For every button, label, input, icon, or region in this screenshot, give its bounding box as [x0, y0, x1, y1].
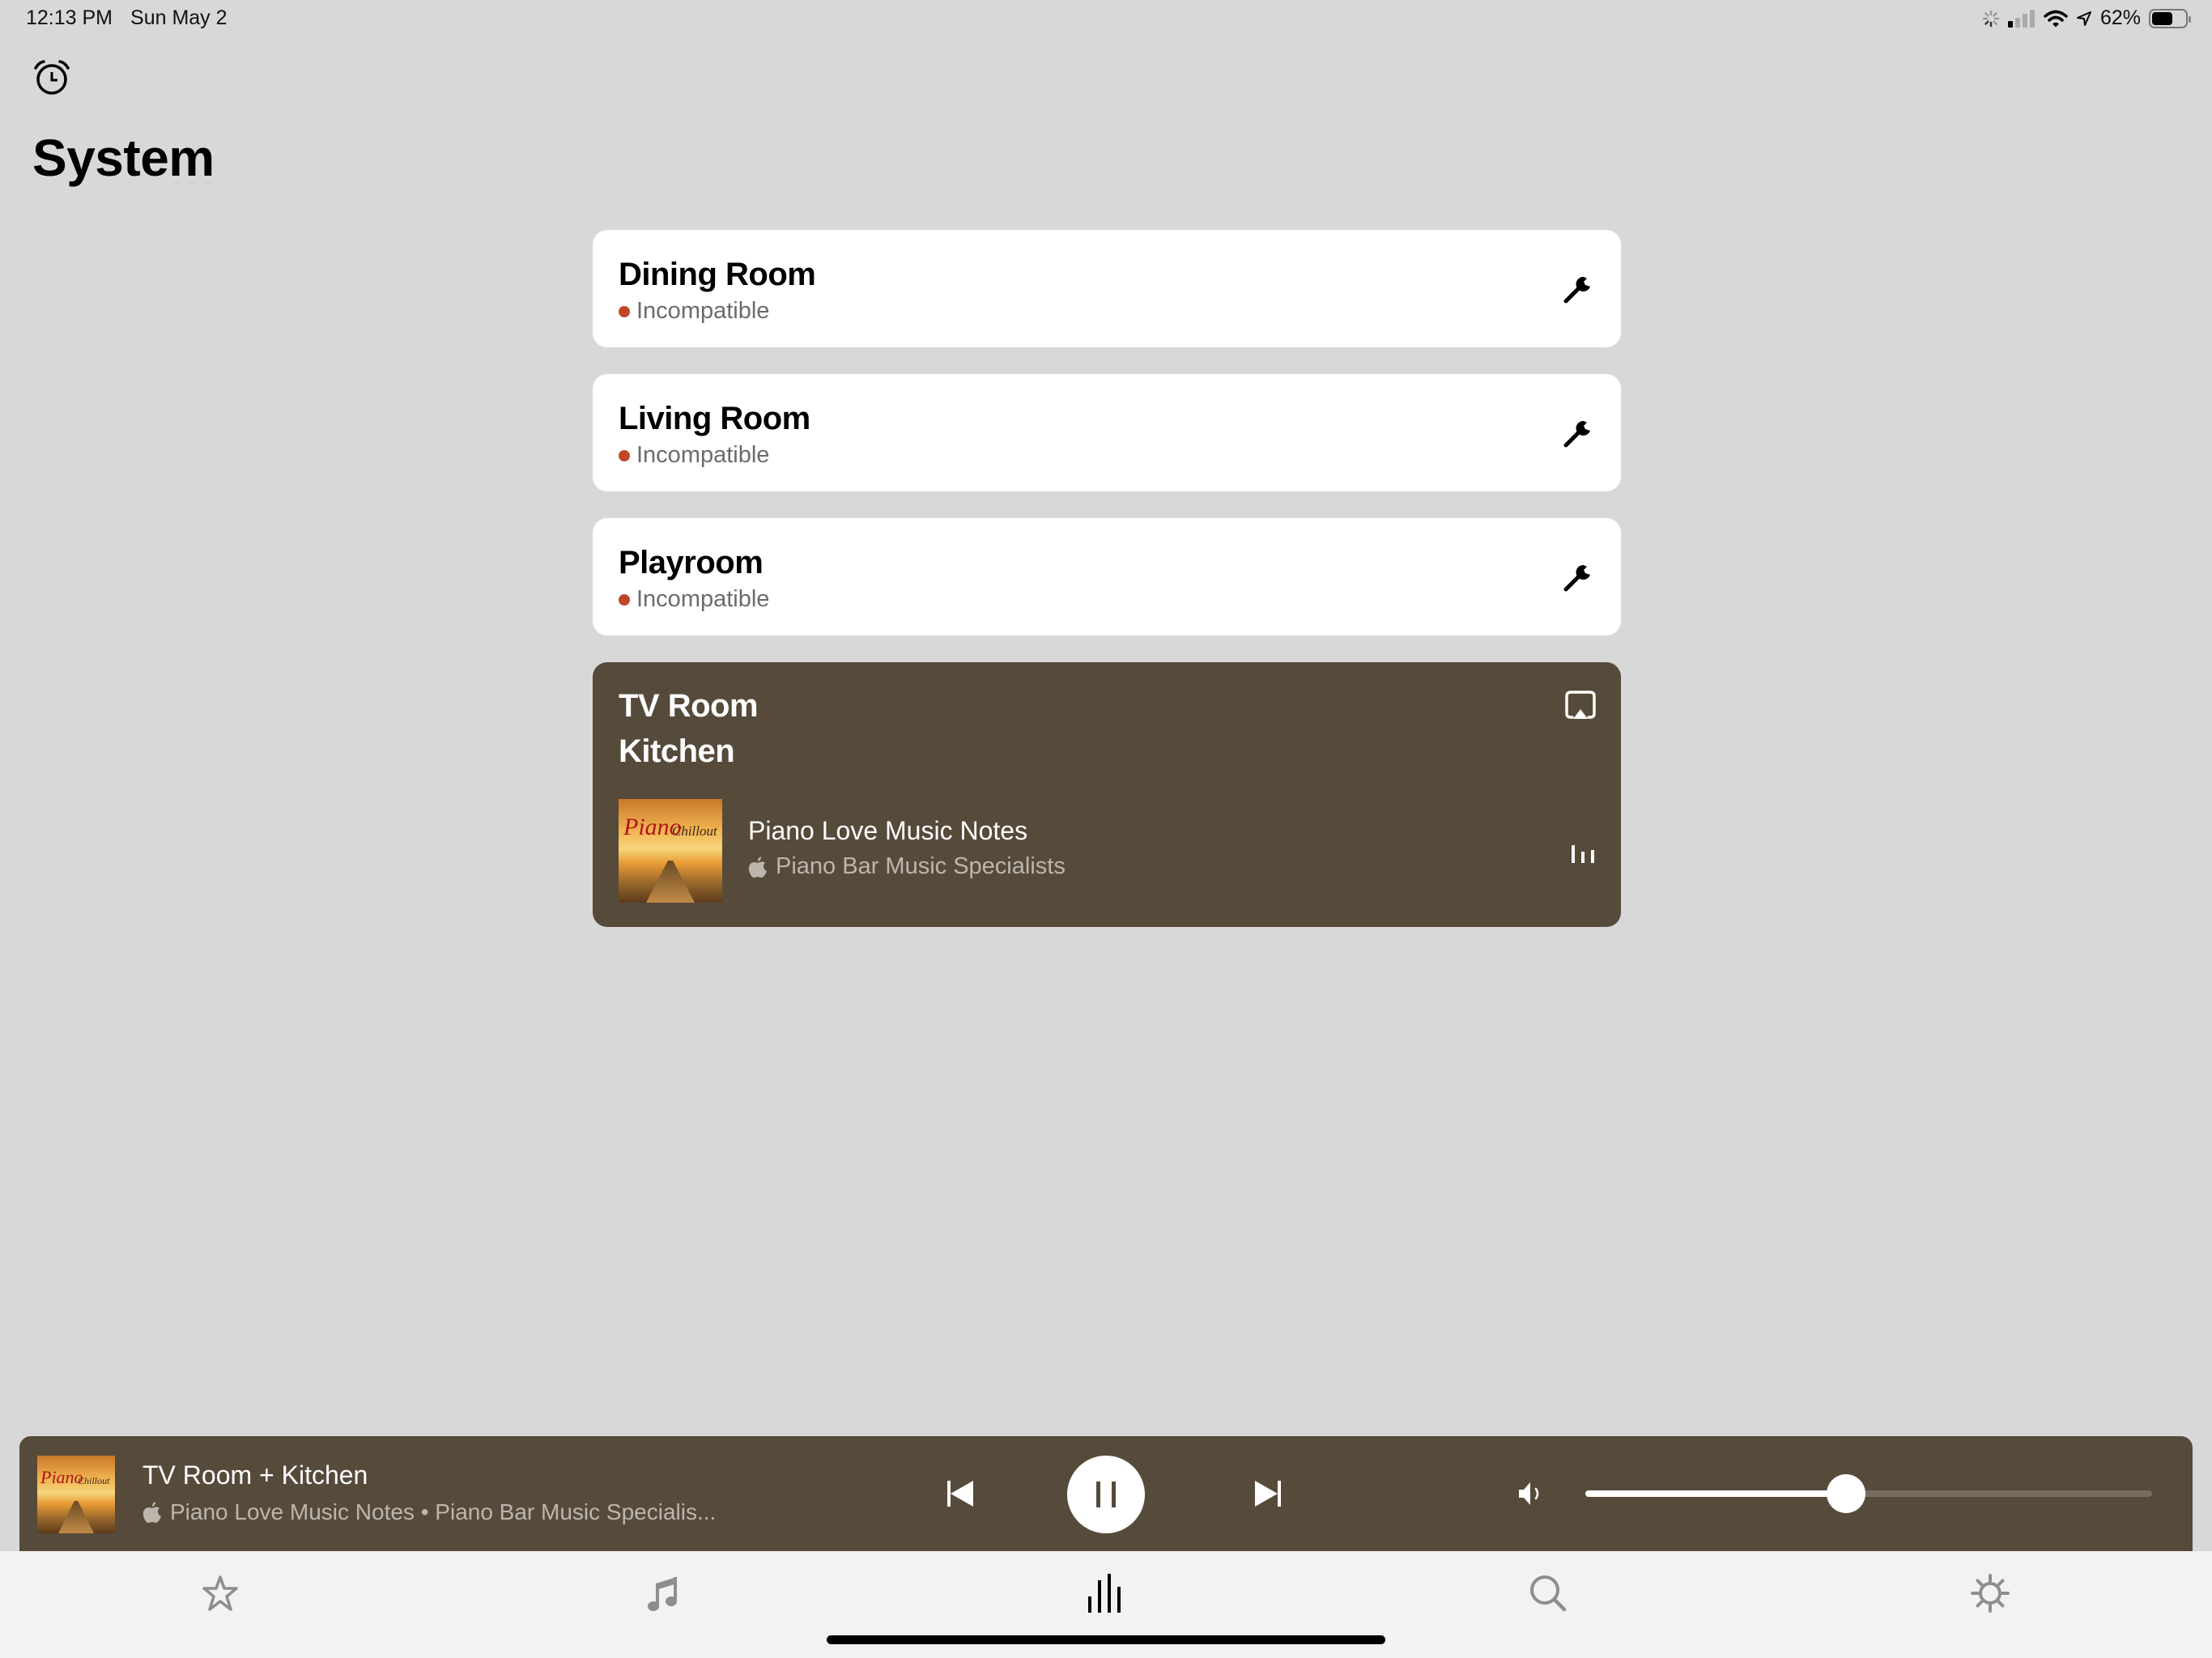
room-settings-button[interactable] [1561, 270, 1597, 306]
apple-music-icon [143, 1502, 161, 1523]
album-art: Piano Chillout [619, 799, 722, 903]
previous-track-button[interactable] [934, 1436, 986, 1551]
mini-player[interactable]: Piano Chillout TV Room + Kitchen Piano L… [19, 1436, 2193, 1551]
room-card-playroom[interactable]: Playroom Incompatible [593, 518, 1621, 636]
mute-button[interactable] [1516, 1477, 1548, 1510]
volume-slider[interactable] [1585, 1474, 2152, 1513]
status-left: 12:13 PM Sun May 2 [26, 6, 228, 30]
room-card-living-room[interactable]: Living Room Incompatible [593, 374, 1621, 491]
room-status-label: Incompatible [636, 298, 770, 324]
status-dot-icon [619, 593, 630, 606]
tab-system[interactable] [1082, 1571, 1130, 1616]
track-artist: Piano Bar Music Specialists [776, 853, 1066, 879]
wrench-icon [1563, 276, 1590, 304]
next-track-button[interactable] [1242, 1436, 1294, 1551]
status-date: Sun May 2 [130, 6, 228, 29]
apple-music-icon [748, 856, 767, 878]
battery-icon [2149, 8, 2191, 28]
tab-browse[interactable] [640, 1571, 688, 1616]
group-room-name: Kitchen [619, 733, 735, 769]
room-name: Playroom [619, 545, 764, 580]
tab-search[interactable] [1524, 1571, 1572, 1616]
volume-fill [1585, 1490, 1846, 1497]
cellular-signal-icon [2007, 9, 2035, 28]
equalizer-icon [1572, 845, 1594, 863]
mini-player-title: TV Room + Kitchen [143, 1460, 368, 1490]
room-status-label: Incompatible [636, 586, 770, 612]
album-art-subtitle: Chillout [78, 1475, 110, 1486]
wifi-icon [2044, 10, 2068, 27]
page-title: System [32, 129, 215, 187]
skip-forward-icon [1255, 1481, 1281, 1507]
home-indicator[interactable] [827, 1635, 1385, 1644]
alarm-button[interactable] [32, 58, 71, 97]
album-art-subtitle: Chillout [672, 823, 717, 839]
room-status: Incompatible [619, 442, 769, 469]
airplay-icon [1565, 691, 1596, 719]
room-card-dining-room[interactable]: Dining Room Incompatible [593, 230, 1621, 347]
skip-back-icon [947, 1481, 973, 1507]
status-dot-icon [619, 449, 630, 461]
pause-icon [1096, 1482, 1116, 1507]
room-status: Incompatible [619, 298, 769, 325]
search-icon [1530, 1575, 1567, 1612]
battery-level [2152, 11, 2172, 25]
alarm-clock-icon [34, 60, 70, 95]
star-icon [202, 1575, 238, 1611]
mini-player-subtitle-row: Piano Love Music Notes • Piano Bar Music… [143, 1499, 716, 1525]
room-settings-button[interactable] [1561, 414, 1597, 450]
status-time: 12:13 PM [26, 6, 113, 29]
wrench-icon [1563, 564, 1590, 592]
volume-knob[interactable] [1827, 1474, 1865, 1513]
room-settings-button[interactable] [1561, 559, 1597, 594]
album-art-title: Piano [40, 1467, 83, 1487]
location-arrow-icon [2076, 11, 2091, 26]
now-playing-indicator [1569, 842, 1597, 865]
airplay-button[interactable] [1564, 690, 1597, 722]
room-name: Living Room [619, 401, 810, 436]
wrench-icon [1563, 420, 1590, 448]
status-dot-icon [619, 305, 630, 317]
music-note-icon [648, 1577, 677, 1611]
album-art-pier [58, 1501, 94, 1533]
room-status: Incompatible [619, 586, 769, 613]
status-bar: 12:13 PM Sun May 2 62% [0, 0, 2212, 39]
mini-player-album-art[interactable]: Piano Chillout [37, 1456, 115, 1533]
play-pause-button[interactable] [1067, 1456, 1145, 1533]
battery-percent: 62% [2099, 6, 2141, 29]
tab-favorites[interactable] [196, 1571, 245, 1616]
group-room-name: TV Room [619, 688, 759, 724]
speaker-icon [1519, 1482, 1539, 1505]
track-title: Piano Love Music Notes [748, 816, 1028, 845]
tab-settings[interactable] [1966, 1571, 2014, 1616]
loading-spinner-icon [1982, 10, 2000, 27]
mini-player-subtitle: Piano Love Music Notes • Piano Bar Music… [170, 1499, 717, 1524]
album-art-pier [646, 861, 695, 903]
status-right: 62% [1982, 6, 2191, 30]
rooms-bars-icon [1088, 1574, 1121, 1613]
room-name: Dining Room [619, 257, 816, 292]
group-card-tv-room-kitchen[interactable]: TV Room Kitchen Piano Chillout Piano Lov… [593, 662, 1621, 927]
track-artist-row: Piano Bar Music Specialists [748, 853, 1066, 880]
room-status-label: Incompatible [636, 442, 770, 468]
gear-icon [1971, 1574, 2010, 1613]
